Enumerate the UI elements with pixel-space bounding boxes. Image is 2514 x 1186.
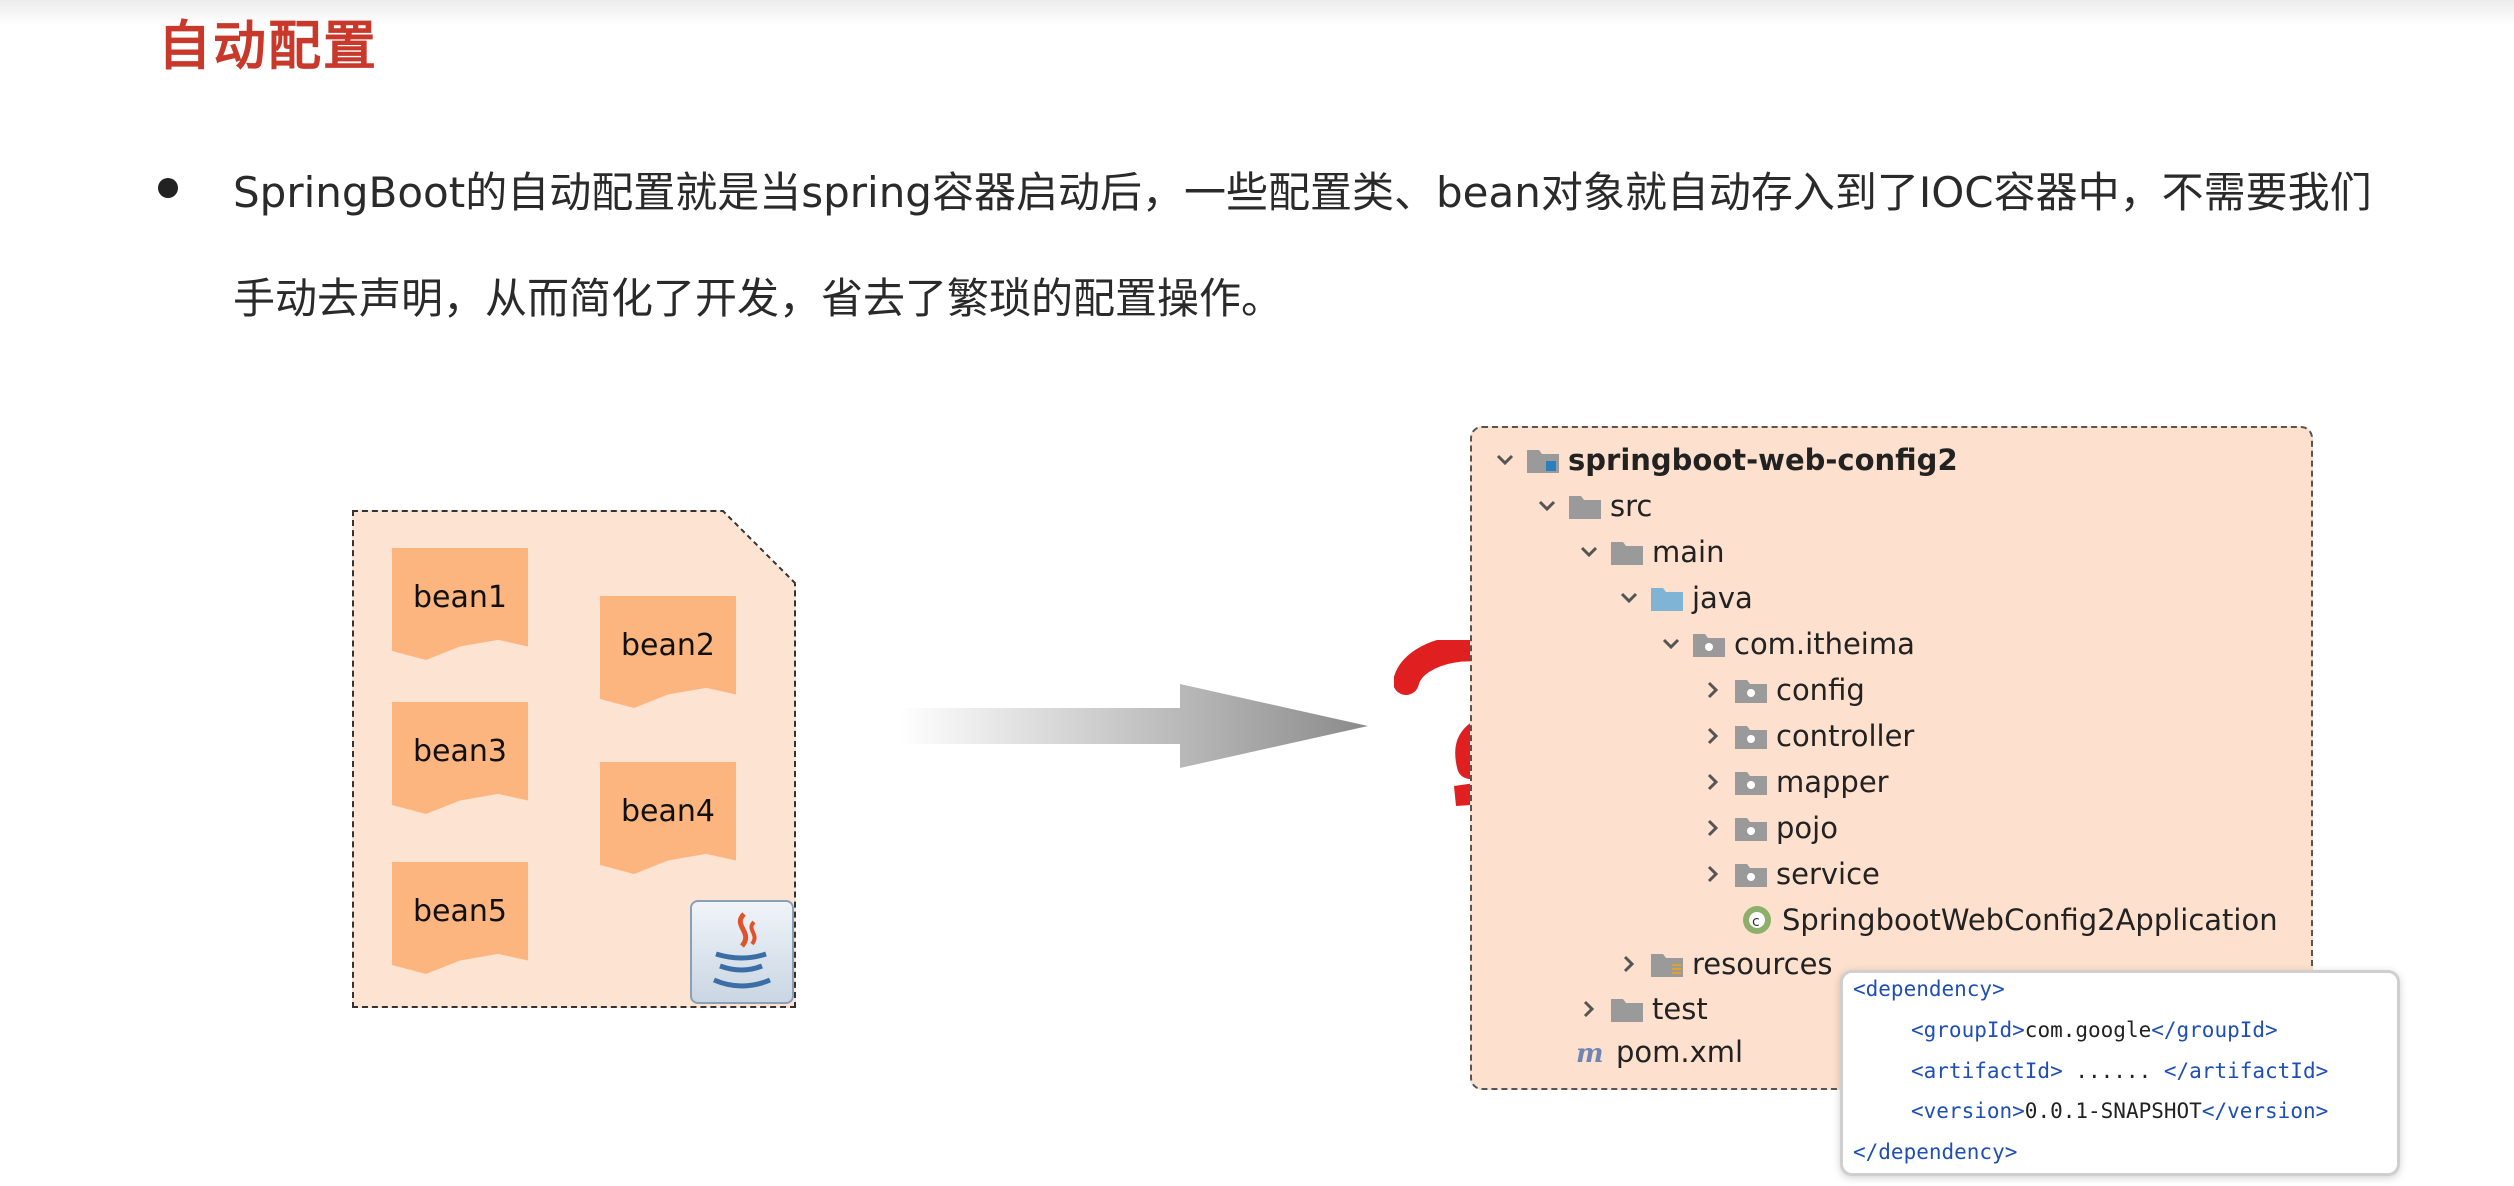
folder-icon (1611, 542, 1643, 565)
arrow-icon (900, 684, 1368, 768)
chevron-right-icon[interactable] (1698, 767, 1728, 797)
java-icon (690, 900, 794, 1004)
tree-node-label: resources (1692, 947, 1833, 981)
folder-icon (1735, 726, 1767, 749)
folder-icon (1569, 496, 1601, 519)
xml-tag: <groupId> (1911, 1018, 2025, 1042)
chevron-right-icon[interactable] (1614, 949, 1644, 979)
tree-node-label: src (1610, 489, 1653, 523)
tree-node-label: SpringbootWebConfig2Application (1782, 903, 2278, 937)
tree-node-service[interactable]: service (1698, 851, 1880, 897)
folder-icon (1693, 634, 1725, 657)
maven-icon: m (1576, 1039, 1604, 1066)
xml-line: <version>0.0.1-SNAPSHOT</version> (1911, 1099, 2328, 1123)
chevron-right-icon[interactable] (1698, 813, 1728, 843)
tree-node-package[interactable]: com.itheima (1656, 621, 1915, 667)
tree-node-label: test (1652, 992, 1708, 1026)
xml-tag: </artifactId> (2163, 1059, 2329, 1083)
folder-icon (1651, 954, 1683, 977)
chevron-right-icon[interactable] (1698, 859, 1728, 889)
tree-node-label: java (1692, 581, 1753, 615)
folder-icon (1527, 450, 1559, 473)
folder-icon (1735, 772, 1767, 795)
tree-node-pojo[interactable]: pojo (1698, 805, 1838, 851)
tree-node-app-class[interactable]: c SpringbootWebConfig2Application (1740, 897, 2278, 943)
xml-tag: </groupId> (2151, 1018, 2278, 1042)
spring-boot-class-icon: c (1743, 906, 1771, 934)
page-title: 自动配置 (158, 16, 378, 77)
tree-node-label: pojo (1776, 811, 1838, 845)
xml-value: com.google (2024, 1018, 2152, 1042)
bean-label: bean3 (413, 734, 507, 769)
xml-tag: </version> (2201, 1099, 2329, 1123)
chevron-down-icon[interactable] (1614, 583, 1644, 613)
tree-node-label: springboot-web-config2 (1568, 443, 1958, 477)
chevron-down-icon[interactable] (1490, 445, 1520, 475)
tree-node-mapper[interactable]: mapper (1698, 759, 1889, 805)
bullet-icon (158, 178, 178, 198)
tree-node-src[interactable]: src (1532, 483, 1652, 529)
svg-text:m: m (1576, 1039, 1604, 1066)
tree-node-label: service (1776, 857, 1880, 891)
tree-node-java[interactable]: java (1614, 575, 1753, 621)
xml-tag: </dependency> (1853, 1140, 2018, 1164)
xml-line: <dependency> (1853, 977, 2005, 1001)
tree-node-label: config (1776, 673, 1865, 707)
page-fold-icon (722, 510, 797, 585)
xml-value: ...... (2062, 1059, 2164, 1083)
bean-label: bean4 (621, 794, 715, 829)
tree-node-project[interactable]: springboot-web-config2 (1490, 437, 1958, 483)
xml-value: 0.0.1-SNAPSHOT (2024, 1099, 2202, 1123)
xml-line: <groupId>com.google</groupId> (1911, 1018, 2278, 1042)
chevron-right-icon[interactable] (1698, 721, 1728, 751)
tree-node-resources[interactable]: resources (1614, 941, 1833, 987)
xml-tag: <dependency> (1853, 977, 2005, 1001)
tree-node-label: controller (1776, 719, 1915, 753)
tree-node-test[interactable]: test (1574, 986, 1708, 1032)
bean-label: bean1 (413, 580, 507, 615)
bean-label: bean2 (621, 628, 715, 663)
tree-node-label: pom.xml (1616, 1035, 1744, 1069)
chevron-down-icon[interactable] (1656, 629, 1686, 659)
chevron-right-icon[interactable] (1574, 994, 1604, 1024)
xml-line: </dependency> (1853, 1140, 2017, 1164)
folder-icon (1735, 680, 1767, 703)
tree-node-pom[interactable]: m pom.xml (1574, 1029, 1743, 1075)
tree-node-label: main (1652, 535, 1725, 569)
svg-text:c: c (1752, 914, 1760, 930)
tree-node-config[interactable]: config (1698, 667, 1865, 713)
xml-tag: <version> (1911, 1099, 2025, 1123)
chevron-right-icon[interactable] (1698, 675, 1728, 705)
chevron-down-icon[interactable] (1532, 491, 1562, 521)
chevron-down-icon[interactable] (1574, 537, 1604, 567)
folder-icon (1651, 588, 1683, 611)
xml-line: <artifactId> ...... </artifactId> (1911, 1059, 2328, 1083)
description-text: SpringBoot的自动配置就是当spring容器启动后，一些配置类、bean… (233, 168, 2372, 323)
folder-icon (1611, 999, 1643, 1022)
xml-tag: <artifactId> (1911, 1059, 2063, 1083)
bean-label: bean5 (413, 894, 507, 929)
tree-node-label: com.itheima (1734, 627, 1915, 661)
tree-node-main[interactable]: main (1574, 529, 1724, 575)
maven-dependency-snippet: <dependency> <groupId>com.google</groupI… (1840, 970, 2400, 1176)
folder-icon (1735, 818, 1767, 841)
tree-node-label: mapper (1776, 765, 1889, 799)
tree-node-controller[interactable]: controller (1698, 713, 1914, 759)
folder-icon (1735, 864, 1767, 887)
